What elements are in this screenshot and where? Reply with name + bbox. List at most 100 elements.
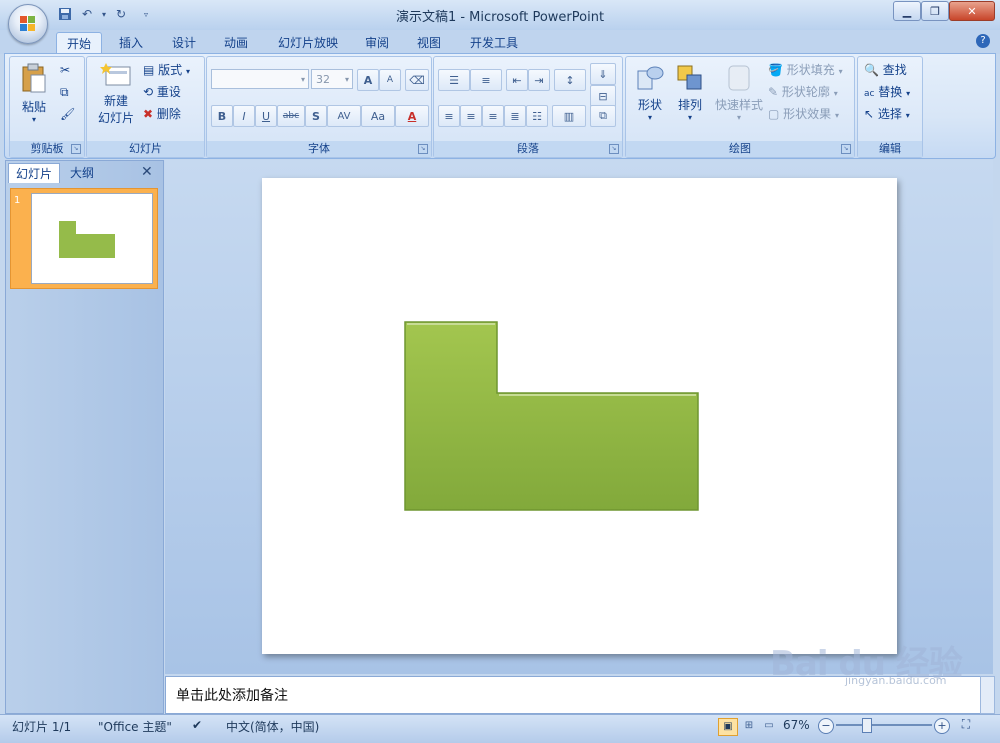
tab-design[interactable]: 设计 bbox=[163, 32, 205, 53]
help-icon[interactable]: ? bbox=[976, 34, 990, 48]
save-icon[interactable] bbox=[56, 5, 74, 23]
tab-review[interactable]: 审阅 bbox=[356, 32, 398, 53]
zoom-slider-thumb[interactable] bbox=[862, 718, 872, 733]
tab-insert[interactable]: 插入 bbox=[110, 32, 152, 53]
find-button[interactable]: 🔍 查找 bbox=[864, 61, 907, 78]
slideshow-view-icon[interactable]: ▭ bbox=[760, 718, 778, 734]
increase-indent-button[interactable]: ⇥ bbox=[528, 69, 550, 91]
delete-button[interactable]: ✖ 删除 bbox=[143, 105, 181, 122]
language-indicator[interactable]: 中文(简体，中国) bbox=[226, 718, 319, 735]
paragraph-launcher-icon[interactable]: ↘ bbox=[609, 144, 619, 154]
zoom-level[interactable]: 67% bbox=[783, 718, 810, 732]
drawing-launcher-icon[interactable]: ↘ bbox=[841, 144, 851, 154]
slides-group-label: 幻灯片 bbox=[87, 141, 204, 157]
smartart-button[interactable]: ⧉ bbox=[590, 105, 616, 127]
grow-font-button[interactable]: A bbox=[357, 69, 379, 91]
select-dropdown-icon: ▾ bbox=[905, 111, 910, 120]
slide-sorter-icon[interactable]: ⊞ bbox=[740, 718, 758, 734]
shrink-font-button[interactable]: A bbox=[379, 69, 401, 91]
clear-formatting-button[interactable]: ⌫ bbox=[405, 69, 429, 91]
columns-button[interactable]: ▥ bbox=[552, 105, 586, 127]
customize-qat-icon[interactable]: ▿ bbox=[140, 5, 152, 23]
tab-home[interactable]: 开始 bbox=[56, 32, 102, 54]
numbering-button[interactable]: ≡ bbox=[470, 69, 502, 91]
layout-dropdown-icon: ▾ bbox=[186, 67, 191, 76]
slide-thumbnail-item[interactable]: 1 bbox=[10, 188, 158, 289]
tab-view[interactable]: 视图 bbox=[408, 32, 450, 53]
align-center-button[interactable]: ≡ bbox=[460, 105, 482, 127]
tab-outline-panel[interactable]: 大纲 bbox=[60, 163, 104, 182]
line-spacing-icon: ↕ bbox=[565, 73, 575, 87]
l-shape[interactable] bbox=[262, 178, 897, 654]
copy-icon[interactable]: ⧉ bbox=[60, 85, 69, 100]
quick-styles-button[interactable]: 快速样式 ▾ bbox=[712, 63, 766, 133]
reset-button[interactable]: ⟲ 重设 bbox=[143, 83, 181, 100]
font-size-combo[interactable]: 32 ▾ bbox=[311, 69, 353, 89]
redo-icon[interactable]: ↻ bbox=[112, 5, 130, 23]
zoom-out-icon[interactable]: − bbox=[818, 718, 834, 734]
fit-to-window-icon[interactable]: ⛶ bbox=[958, 717, 974, 733]
select-button[interactable]: ↖ 选择 ▾ bbox=[864, 105, 910, 122]
tab-developer[interactable]: 开发工具 bbox=[462, 32, 526, 53]
align-text-button[interactable]: ⊟ bbox=[590, 85, 616, 107]
layout-button[interactable]: ▤ 版式 ▾ bbox=[143, 61, 190, 78]
shape-outline-button[interactable]: ✎ 形状轮廓 ▾ bbox=[768, 83, 838, 100]
font-color-button[interactable]: A bbox=[395, 105, 429, 127]
theme-name[interactable]: "Office 主题" bbox=[98, 718, 172, 735]
shapes-button[interactable]: 形状 ▾ bbox=[632, 63, 668, 133]
slide-canvas[interactable] bbox=[262, 178, 897, 654]
minimize-button[interactable]: ▁ bbox=[893, 1, 921, 21]
font-launcher-icon[interactable]: ↘ bbox=[418, 144, 428, 154]
minimize-icon: ▁ bbox=[902, 4, 912, 18]
cut-icon[interactable]: ✂ bbox=[60, 63, 70, 77]
tab-slides-panel[interactable]: 幻灯片 bbox=[8, 163, 60, 183]
format-painter-icon[interactable]: 🖌 bbox=[60, 107, 75, 121]
justify-button[interactable]: ≣ bbox=[504, 105, 526, 127]
italic-button[interactable]: I bbox=[233, 105, 255, 127]
char-spacing-button[interactable]: AV bbox=[327, 105, 361, 127]
zoom-in-icon[interactable]: + bbox=[934, 718, 950, 734]
clipboard-launcher-icon[interactable]: ↘ bbox=[71, 144, 81, 154]
bold-icon: B bbox=[217, 109, 227, 123]
shape-fill-button[interactable]: 🪣 形状填充 ▾ bbox=[768, 61, 843, 78]
line-spacing-button[interactable]: ↕ bbox=[554, 69, 586, 91]
group-paragraph: ☰ ≡ ⇤ ⇥ ↕ ⇓ ⊟ ≡ ≡ ≡ ≣ ☷ ▥ ⧉ 段落 ↘ bbox=[433, 56, 623, 158]
bullets-button[interactable]: ☰ bbox=[438, 69, 470, 91]
editing-group-label: 编辑 bbox=[858, 141, 922, 157]
shape-effects-button[interactable]: ▢ 形状效果 ▾ bbox=[768, 105, 839, 122]
undo-icon[interactable]: ↶ bbox=[78, 5, 96, 23]
bold-button[interactable]: B bbox=[211, 105, 233, 127]
zoom-slider-track[interactable] bbox=[836, 724, 932, 726]
tab-animations[interactable]: 动画 bbox=[215, 32, 257, 53]
close-panel-icon[interactable]: ✕ bbox=[141, 164, 153, 180]
underline-icon: U bbox=[261, 109, 271, 123]
shadow-button[interactable]: S bbox=[305, 105, 327, 127]
group-drawing: 形状 ▾ 排列 ▾ 快速样式 ▾ 🪣 形状填充 ▾ ✎ 形状轮廓 ▾ ▢ 形状效… bbox=[625, 56, 855, 158]
text-direction-button[interactable]: ⇓ bbox=[590, 63, 616, 85]
strikethrough-button[interactable]: abc bbox=[277, 105, 305, 127]
decrease-indent-button[interactable]: ⇤ bbox=[506, 69, 528, 91]
new-slide-button[interactable]: 新建 幻灯片 bbox=[91, 61, 141, 133]
find-label: 查找 bbox=[882, 63, 907, 77]
underline-button[interactable]: U bbox=[255, 105, 277, 127]
paste-button[interactable]: 粘贴 ▾ bbox=[18, 63, 50, 124]
change-case-button[interactable]: Aa bbox=[361, 105, 395, 127]
normal-view-icon[interactable]: ▣ bbox=[718, 718, 738, 736]
align-center-icon: ≡ bbox=[466, 109, 476, 123]
undo-dropdown-icon[interactable]: ▾ bbox=[100, 5, 108, 23]
font-name-dropdown-icon: ▾ bbox=[300, 74, 305, 84]
spell-check-icon[interactable]: ✔ bbox=[192, 718, 202, 732]
notes-scrollbar[interactable] bbox=[980, 676, 995, 714]
close-button[interactable]: ✕ bbox=[949, 1, 995, 21]
distribute-button[interactable]: ☷ bbox=[526, 105, 548, 127]
office-button[interactable] bbox=[8, 4, 48, 44]
tab-slideshow[interactable]: 幻灯片放映 bbox=[268, 32, 348, 53]
replace-button[interactable]: ac 替换 ▾ bbox=[864, 83, 910, 100]
replace-label: 替换 bbox=[878, 85, 903, 99]
align-left-button[interactable]: ≡ bbox=[438, 105, 460, 127]
delete-label: 删除 bbox=[156, 107, 181, 121]
font-name-combo[interactable]: ▾ bbox=[211, 69, 309, 89]
maximize-button[interactable]: ❐ bbox=[921, 1, 949, 21]
align-right-button[interactable]: ≡ bbox=[482, 105, 504, 127]
arrange-button[interactable]: 排列 ▾ bbox=[672, 63, 708, 133]
